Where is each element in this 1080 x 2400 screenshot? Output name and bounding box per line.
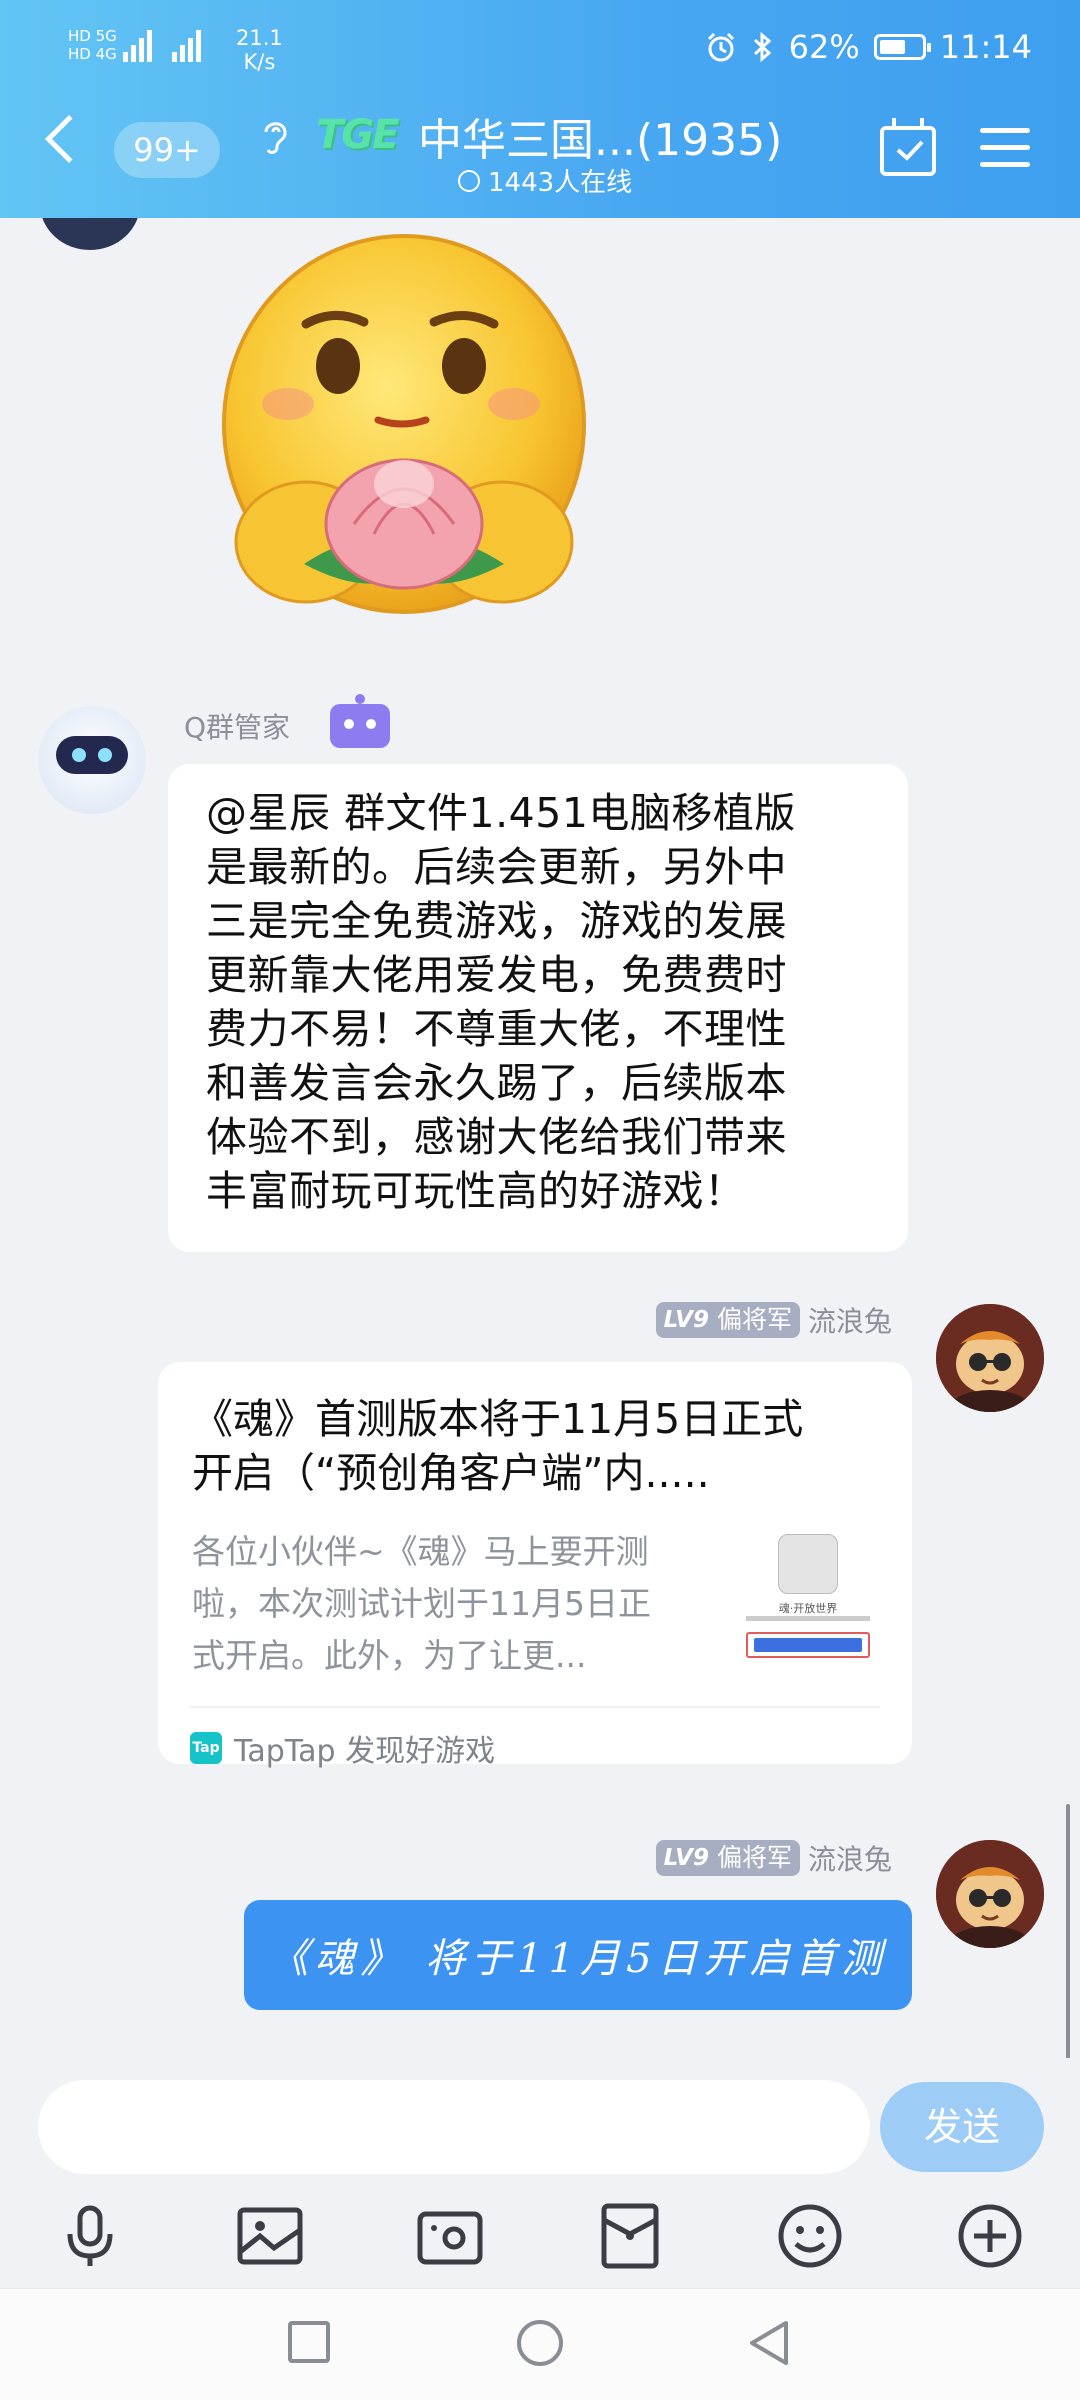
- red-packet-icon[interactable]: [594, 2200, 666, 2272]
- back-button[interactable]: [44, 114, 94, 164]
- sender-name[interactable]: 流浪兔: [808, 1300, 892, 1340]
- rank-title: 偏将军: [716, 1843, 792, 1872]
- unread-badge[interactable]: 99+: [114, 122, 220, 178]
- taptap-icon: Tap: [190, 1732, 222, 1764]
- recent-apps-icon[interactable]: [286, 2319, 332, 2365]
- level: LV9: [663, 1845, 709, 1871]
- message-line: 丰富耐玩可玩性高的好游戏！: [206, 1167, 746, 1215]
- card-title-line: 开启（“预创角客户端”内.....: [192, 1449, 710, 1497]
- online-check-icon: [458, 169, 480, 192]
- status-bar: HD 5G HD 4G 21.1 K/s 62% 11:14: [0, 22, 1080, 82]
- message-input[interactable]: [38, 2080, 870, 2174]
- image-icon[interactable]: [234, 2200, 306, 2272]
- network-indicators: HD 5G HD 4G: [68, 28, 201, 62]
- group-logo: TGE: [316, 112, 399, 158]
- back-icon[interactable]: [746, 2319, 792, 2367]
- composer: 发送: [0, 2058, 1080, 2288]
- network-labels: HD 5G HD 4G: [68, 28, 117, 62]
- microphone-icon[interactable]: [54, 2200, 126, 2272]
- card-desc-line: 式开启。此外，为了让更...: [192, 1636, 587, 1675]
- level-badge: LV9 偏将军: [655, 1840, 800, 1876]
- card-description: 各位小伙伴~《魂》马上要开测 啦，本次测试计划于11月5日正 式开启。此外，为了…: [192, 1526, 732, 1682]
- bot-visor: [56, 736, 128, 774]
- thumb-text-line: [746, 1616, 870, 1621]
- sender-name[interactable]: Q群管家: [184, 706, 290, 746]
- group-title[interactable]: 中华三国...(1935): [418, 104, 782, 168]
- network-right: HD 4G: [68, 45, 117, 63]
- signal-icon: [122, 28, 152, 62]
- source-label: TapTap 发现好游戏: [234, 1734, 496, 1769]
- card-title: 《魂》首测版本将于11月5日正式 开启（“预创角客户端”内.....: [192, 1392, 892, 1500]
- online-indicator: 1443人在线: [458, 162, 632, 199]
- avatar[interactable]: [40, 218, 140, 250]
- message-line: 和善发言会永久踢了，后续版本: [206, 1059, 787, 1107]
- highlight-bubble[interactable]: 《魂》 将于11月5日开启首测: [244, 1900, 912, 2010]
- message-line: 体验不到，感谢大佬给我们带来: [206, 1113, 787, 1161]
- thumb-caption: 魂·开放世界: [778, 1602, 838, 1615]
- chat-header: HD 5G HD 4G 21.1 K/s 62% 11:14 99+ TGE 中…: [0, 0, 1080, 218]
- speed-value: 21.1: [236, 26, 283, 50]
- calendar-check-icon[interactable]: [880, 118, 936, 176]
- rabbit-avatar-icon: [936, 1840, 1044, 1948]
- battery-fill: [879, 40, 905, 54]
- system-nav-bar: [0, 2288, 1080, 2400]
- rabbit-avatar-icon: [936, 1304, 1044, 1412]
- network-left: HD 5G: [68, 27, 117, 45]
- thumb-frame: [746, 1632, 870, 1658]
- battery-icon: [873, 34, 931, 60]
- signal-icon-2: [171, 28, 201, 62]
- card-thumbnail: 魂·开放世界: [740, 1528, 876, 1668]
- ear-icon[interactable]: [258, 116, 292, 156]
- online-count: 1443人在线: [488, 168, 633, 198]
- emoji-icon[interactable]: [774, 2200, 846, 2272]
- message-bubble[interactable]: @星辰 群文件1.451电脑移植版 是最新的。后续会更新，另外中 三是完全免费游…: [168, 764, 908, 1252]
- card-title-line: 《魂》首测版本将于11月5日正式: [192, 1395, 804, 1443]
- clock: 11:14: [939, 28, 1032, 66]
- game-icon: [778, 1534, 838, 1594]
- battery-percent: 62%: [788, 28, 860, 66]
- level: LV9: [663, 1307, 709, 1333]
- sender-name[interactable]: 流浪兔: [808, 1838, 892, 1878]
- scrollbar[interactable]: [1066, 1804, 1070, 2058]
- member-level: LV9 偏将军 流浪兔: [655, 1300, 892, 1340]
- card-desc-line: 各位小伙伴~《魂》马上要开测: [192, 1532, 649, 1571]
- thumb-button: [754, 1638, 862, 1652]
- alarm-icon: [707, 32, 734, 62]
- message-line: 费力不易！不尊重大佬，不理性: [206, 1005, 787, 1053]
- message-line: 更新靠大佬用爱发电，免费费时: [206, 951, 787, 999]
- card-source: Tap TapTap 发现好游戏: [190, 1706, 880, 1770]
- level-badge: LV9 偏将军: [655, 1302, 800, 1338]
- send-button[interactable]: 发送: [880, 2082, 1044, 2172]
- bot-avatar[interactable]: [38, 706, 146, 814]
- camera-icon[interactable]: [414, 2200, 486, 2272]
- user-avatar[interactable]: [936, 1304, 1044, 1412]
- chat-area[interactable]: Q群管家 @星辰 群文件1.451电脑移植版 是最新的。后续会更新，另外中 三是…: [0, 218, 1080, 2058]
- bluetooth-icon: [753, 31, 771, 63]
- share-card[interactable]: 《魂》首测版本将于11月5日正式 开启（“预创角客户端”内..... 各位小伙伴…: [158, 1362, 912, 1769]
- member-level: LV9 偏将军 流浪兔: [655, 1838, 892, 1878]
- robot-icon: [330, 694, 390, 748]
- speed-unit: K/s: [243, 50, 276, 74]
- status-right: 62% 11:14: [705, 28, 1032, 66]
- composer-toolbar: [0, 2200, 1080, 2280]
- plus-icon[interactable]: [954, 2200, 1026, 2272]
- message-line: 是最新的。后续会更新，另外中: [206, 843, 787, 891]
- praying-smiley-with-peach-icon: [222, 234, 586, 614]
- menu-icon[interactable]: [980, 128, 1030, 170]
- card-desc-line: 啦，本次测试计划于11月5日正: [192, 1584, 651, 1623]
- rank-title: 偏将军: [716, 1305, 792, 1334]
- network-speed: 21.1 K/s: [236, 26, 283, 74]
- message-line: @星辰 群文件1.451电脑移植版: [206, 789, 796, 837]
- home-icon[interactable]: [516, 2319, 564, 2367]
- message-line: 三是完全免费游戏，游戏的发展: [206, 897, 787, 945]
- user-avatar[interactable]: [936, 1840, 1044, 1948]
